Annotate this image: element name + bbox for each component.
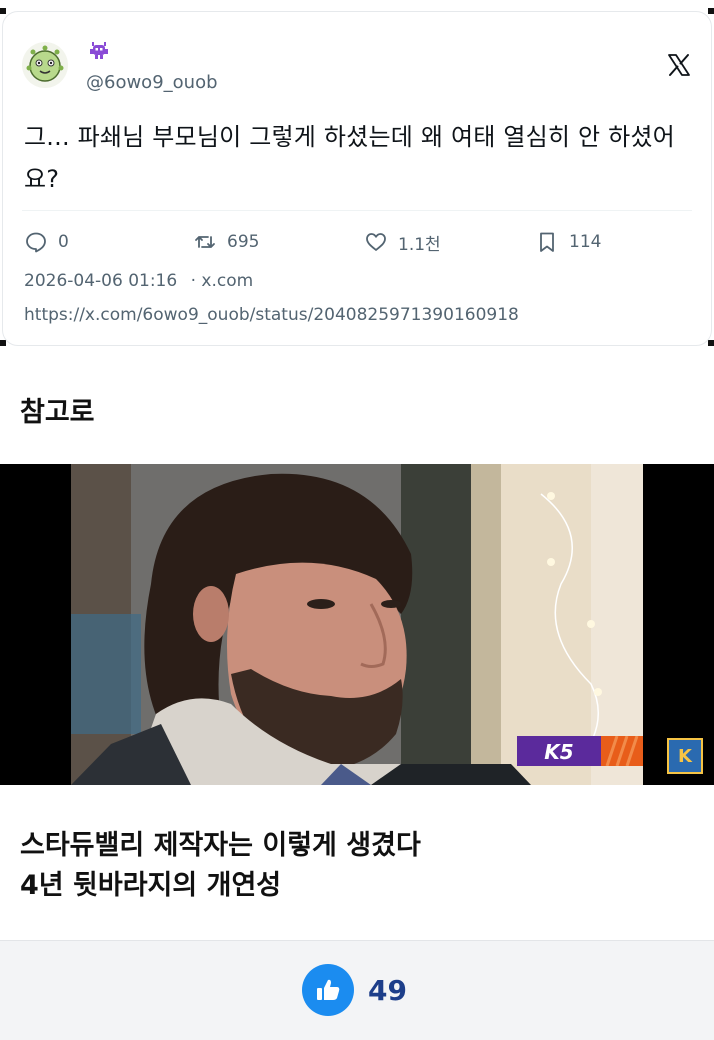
source-link[interactable]: · x.com <box>191 271 254 291</box>
tweet-url[interactable]: https://x.com/6owo9_ouob/status/20408259… <box>24 305 519 325</box>
retweet-icon <box>195 236 215 248</box>
post-caption: 스타듀밸리 제작자는 이렇게 생겼다 4년 뒷바라지의 개연성 <box>20 826 421 906</box>
bookmark-button[interactable]: 114 <box>535 228 601 256</box>
avatar[interactable] <box>22 42 68 88</box>
reply-icon <box>26 232 46 253</box>
caption-line-1: 스타듀밸리 제작자는 이렇게 생겼다 <box>20 830 421 861</box>
retweet-button[interactable]: 695 <box>193 228 259 256</box>
x-logo-icon[interactable] <box>666 52 692 78</box>
recommend-count: 49 <box>368 973 407 1007</box>
thumbs-up-icon[interactable] <box>302 964 354 1016</box>
heart-icon <box>366 233 386 251</box>
retweet-count: 695 <box>227 232 260 252</box>
station-logo: K <box>667 738 703 774</box>
like-count-tweet: 1.1천 <box>398 234 441 255</box>
channel-badge-text: K5 <box>544 740 573 764</box>
bookmark-icon <box>540 232 554 252</box>
like-button[interactable]: 1.1천 <box>364 228 441 256</box>
tweet-text: 그... 파쇄님 부모님이 그렇게 하셨는데 왜 여태 열심히 안 하셨어요? <box>24 123 675 193</box>
tweet-timestamp: 2026-04-06 01:16 · x.com <box>24 271 253 291</box>
crop-corner <box>0 340 6 346</box>
reply-button[interactable]: 0 <box>24 228 69 256</box>
bookmark-count: 114 <box>569 232 602 252</box>
tweet-handle[interactable]: @6owo9_ouob <box>86 72 218 93</box>
timestamp: 2026-04-06 01:16 <box>24 271 178 291</box>
divider <box>22 210 692 211</box>
alien-emoji-icon <box>87 42 111 62</box>
caption-line-2: 4년 뒷바라지의 개연성 <box>20 870 282 901</box>
crop-corner <box>708 340 714 346</box>
recommend-button[interactable]: 49 <box>302 960 407 1020</box>
reply-count: 0 <box>58 232 69 252</box>
section-heading: 참고로 <box>20 397 95 428</box>
crop-corner <box>708 8 714 14</box>
crop-corner <box>0 8 6 14</box>
channel-badge: K5 <box>517 735 643 767</box>
